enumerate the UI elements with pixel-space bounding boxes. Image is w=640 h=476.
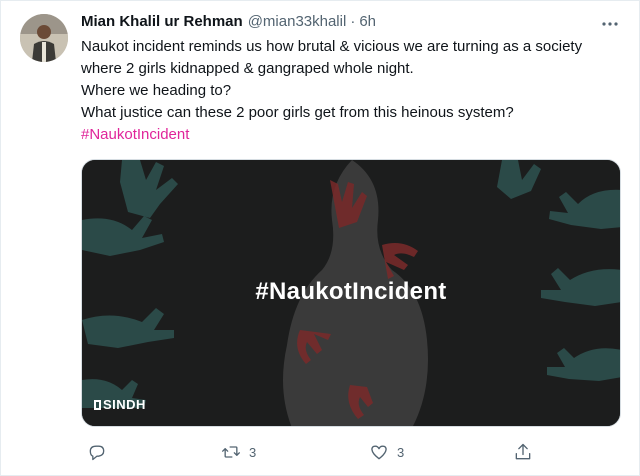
tweet-text-line: Where we heading to? bbox=[81, 82, 232, 99]
reply-icon bbox=[89, 445, 105, 461]
brand-logo: SINDH bbox=[94, 397, 146, 412]
tweet-text-line: What justice can these 2 poor girls get … bbox=[81, 104, 514, 121]
tweet-actions: 3 3 bbox=[81, 441, 621, 463]
profile-photo-icon bbox=[20, 14, 68, 62]
tweet-time[interactable]: 6h bbox=[359, 13, 376, 30]
brand-label: SINDH bbox=[103, 397, 146, 412]
retweet-icon bbox=[222, 446, 240, 458]
tweet-text: Naukot incident reminds us how brutal & … bbox=[81, 36, 626, 146]
more-options-button[interactable] bbox=[599, 13, 621, 35]
more-dots-icon bbox=[602, 22, 618, 26]
author-display-name[interactable]: Mian Khalil ur Rehman bbox=[81, 13, 243, 30]
retweet-count: 3 bbox=[249, 444, 257, 460]
header-separator: · bbox=[350, 13, 356, 30]
like-count: 3 bbox=[397, 444, 405, 460]
media-title: #NaukotIncident bbox=[255, 278, 447, 305]
author-handle[interactable]: @mian33khalil bbox=[248, 13, 347, 30]
avatar[interactable] bbox=[20, 14, 68, 62]
tweet-media-image[interactable]: #NaukotIncident SINDH bbox=[81, 159, 621, 427]
like-button[interactable]: 3 bbox=[369, 441, 404, 463]
hashtag-link[interactable]: #NaukotIncident bbox=[81, 124, 189, 146]
tweet-text-line: where 2 girls kidnapped & gangraped whol… bbox=[81, 60, 414, 77]
share-icon bbox=[515, 443, 531, 460]
tweet-text-line: Naukot incident reminds us how brutal & … bbox=[81, 38, 583, 55]
tweet-card[interactable]: Mian Khalil ur Rehman @mian33khalil · 6h… bbox=[0, 0, 640, 476]
share-button[interactable] bbox=[513, 441, 541, 463]
tweet-header: Mian Khalil ur Rehman @mian33khalil · 6h bbox=[81, 13, 376, 35]
heart-icon bbox=[371, 445, 387, 460]
reply-button[interactable] bbox=[87, 441, 115, 463]
brand-mark-icon bbox=[94, 399, 101, 410]
retweet-button[interactable]: 3 bbox=[221, 441, 256, 463]
